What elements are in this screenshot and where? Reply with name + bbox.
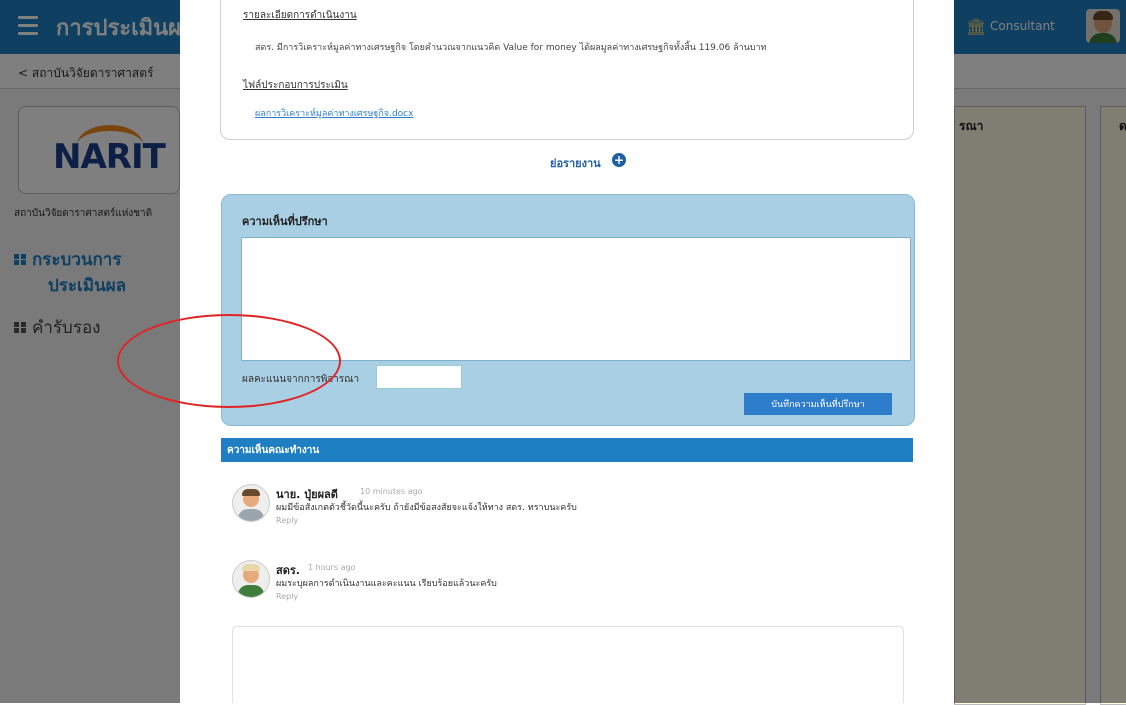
reply-link[interactable]: Reply	[276, 516, 298, 525]
evaluation-modal: รายละเอียดการดำเนินงาน สดร. มีการวิเคราะ…	[180, 0, 954, 703]
commenter-avatar	[232, 484, 270, 522]
comment-time: 1 hours ago	[308, 563, 356, 572]
performance-detail-label: รายละเอียดการดำเนินงาน	[243, 10, 357, 21]
comment-text: ผมระบุผลการดำเนินงานและคะแนน เรียบร้อยแล…	[276, 579, 497, 589]
report-toggle[interactable]: ย่อรายงาน +	[220, 150, 912, 172]
performance-detail-text: สดร. มีการวิเคราะห์มูลค่าทางเศรษฐกิจ โดย…	[255, 43, 767, 53]
attachment-file-link[interactable]: ผลการวิเคราะห์มูลค่าทางเศรษฐกิจ.docx	[255, 106, 413, 120]
committee-comments-header: ความเห็นคณะทำงาน	[221, 438, 913, 462]
attachment-label: ไฟล์ประกอบการประเมิน	[243, 80, 348, 91]
commenter-avatar	[232, 560, 270, 598]
report-toggle-label[interactable]: ย่อรายงาน	[550, 154, 601, 172]
score-label: ผลคะแนนจากการพิจารณา	[242, 374, 360, 385]
comment-time: 10 minutes ago	[360, 487, 423, 496]
score-input[interactable]	[376, 365, 462, 389]
detail-card: รายละเอียดการดำเนินงาน สดร. มีการวิเคราะ…	[220, 0, 914, 140]
reply-link[interactable]: Reply	[276, 592, 298, 601]
comment-text: ผมมีข้อสังเกตตัวชี้วัดนี้นะครับ ถ้ายังมี…	[276, 503, 577, 513]
comment-reply-box[interactable]	[232, 626, 904, 703]
consultant-comment-title: ความเห็นที่ปรึกษา	[242, 215, 328, 228]
committee-comments-title: ความเห็นคณะทำงาน	[227, 445, 320, 456]
consultant-comment-box: ความเห็นที่ปรึกษา ผลคะแนนจากการพิจารณา บ…	[221, 194, 915, 426]
consultant-comment-textarea[interactable]	[241, 237, 911, 361]
plus-circle-icon[interactable]: +	[612, 153, 626, 167]
save-consultant-comment-button[interactable]: บันทึกความเห็นที่ปรึกษา	[744, 393, 892, 415]
